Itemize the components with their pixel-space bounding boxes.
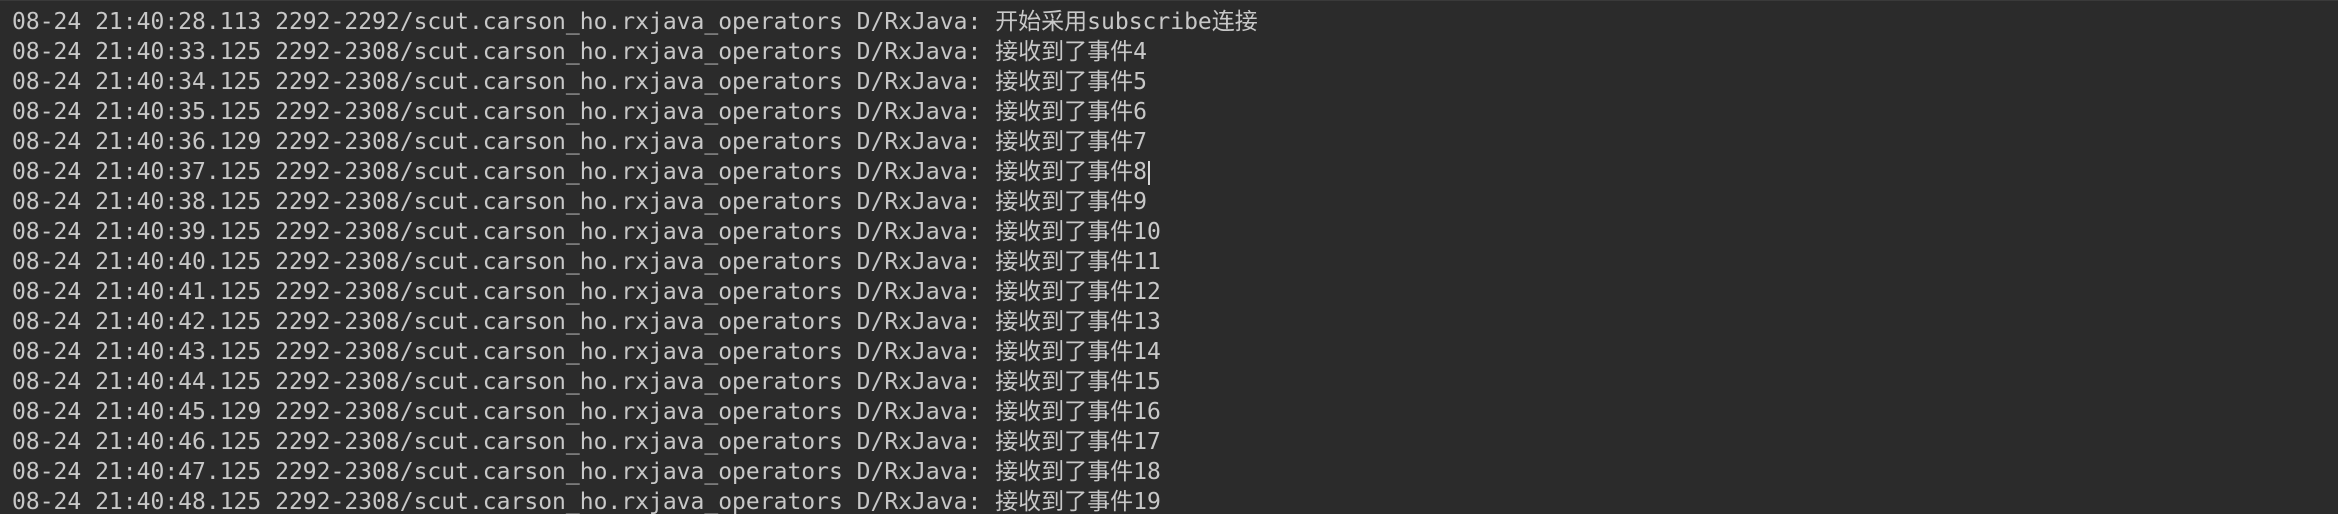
log-line[interactable]: 08-24 21:40:33.125 2292-2308/scut.carson… — [12, 37, 1258, 67]
log-line-text: 08-24 21:40:44.125 2292-2308/scut.carson… — [12, 369, 1161, 395]
text-caret — [1148, 160, 1150, 185]
log-line[interactable]: 08-24 21:40:40.125 2292-2308/scut.carson… — [12, 247, 1258, 277]
log-line-text: 08-24 21:40:42.125 2292-2308/scut.carson… — [12, 309, 1161, 335]
log-line-list: 08-24 21:40:28.113 2292-2292/scut.carson… — [12, 7, 1258, 514]
log-line-text: 08-24 21:40:33.125 2292-2308/scut.carson… — [12, 39, 1147, 65]
log-line[interactable]: 08-24 21:40:41.125 2292-2308/scut.carson… — [12, 277, 1258, 307]
log-line-text: 08-24 21:40:38.125 2292-2308/scut.carson… — [12, 189, 1147, 215]
log-line-text: 08-24 21:40:40.125 2292-2308/scut.carson… — [12, 249, 1161, 275]
log-line-text: 08-24 21:40:43.125 2292-2308/scut.carson… — [12, 339, 1161, 365]
log-line[interactable]: 08-24 21:40:34.125 2292-2308/scut.carson… — [12, 67, 1258, 97]
log-line[interactable]: 08-24 21:40:46.125 2292-2308/scut.carson… — [12, 427, 1258, 457]
log-line[interactable]: 08-24 21:40:38.125 2292-2308/scut.carson… — [12, 187, 1258, 217]
log-line-text: 08-24 21:40:48.125 2292-2308/scut.carson… — [12, 489, 1161, 514]
log-line-text: 08-24 21:40:37.125 2292-2308/scut.carson… — [12, 159, 1147, 185]
logcat-output-panel[interactable]: 08-24 21:40:28.113 2292-2292/scut.carson… — [0, 0, 2338, 514]
log-line[interactable]: 08-24 21:40:48.125 2292-2308/scut.carson… — [12, 487, 1258, 514]
log-line-text: 08-24 21:40:47.125 2292-2308/scut.carson… — [12, 459, 1161, 485]
log-line-text: 08-24 21:40:41.125 2292-2308/scut.carson… — [12, 279, 1161, 305]
log-line-text: 08-24 21:40:39.125 2292-2308/scut.carson… — [12, 219, 1161, 245]
log-line-text: 08-24 21:40:34.125 2292-2308/scut.carson… — [12, 69, 1147, 95]
log-line[interactable]: 08-24 21:40:47.125 2292-2308/scut.carson… — [12, 457, 1258, 487]
log-line[interactable]: 08-24 21:40:28.113 2292-2292/scut.carson… — [12, 7, 1258, 37]
log-line-text: 08-24 21:40:36.129 2292-2308/scut.carson… — [12, 129, 1147, 155]
log-line-text: 08-24 21:40:35.125 2292-2308/scut.carson… — [12, 99, 1147, 125]
log-line-text: 08-24 21:40:45.129 2292-2308/scut.carson… — [12, 399, 1161, 425]
log-line[interactable]: 08-24 21:40:42.125 2292-2308/scut.carson… — [12, 307, 1258, 337]
log-line[interactable]: 08-24 21:40:43.125 2292-2308/scut.carson… — [12, 337, 1258, 367]
log-line[interactable]: 08-24 21:40:44.125 2292-2308/scut.carson… — [12, 367, 1258, 397]
log-line-text: 08-24 21:40:46.125 2292-2308/scut.carson… — [12, 429, 1161, 455]
log-line[interactable]: 08-24 21:40:36.129 2292-2308/scut.carson… — [12, 127, 1258, 157]
log-line[interactable]: 08-24 21:40:45.129 2292-2308/scut.carson… — [12, 397, 1258, 427]
log-line[interactable]: 08-24 21:40:39.125 2292-2308/scut.carson… — [12, 217, 1258, 247]
log-line[interactable]: 08-24 21:40:37.125 2292-2308/scut.carson… — [12, 157, 1258, 187]
log-line[interactable]: 08-24 21:40:35.125 2292-2308/scut.carson… — [12, 97, 1258, 127]
log-line-text: 08-24 21:40:28.113 2292-2292/scut.carson… — [12, 9, 1258, 35]
vertical-scrollbar[interactable] — [2322, 1, 2338, 514]
